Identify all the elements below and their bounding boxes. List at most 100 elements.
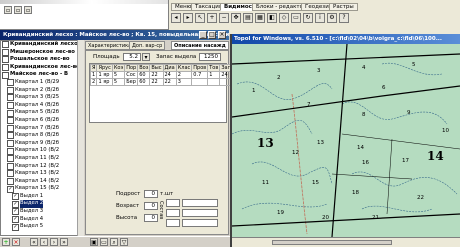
tree-item[interactable]: ✓ Выдел 2 xyxy=(1,200,83,209)
table-cell[interactable]: 1 яр xyxy=(96,78,113,86)
table-header-cell[interactable]: Диа xyxy=(162,64,177,72)
tree-checkbox[interactable] xyxy=(7,79,14,87)
delete-icon[interactable]: × xyxy=(12,238,20,246)
map-horizontal-scrollbar[interactable] xyxy=(232,237,460,247)
table-cell[interactable]: 0.7 xyxy=(191,71,209,79)
table-header-cell[interactable]: Пров xyxy=(191,64,209,72)
table-row[interactable]: 21 яр 5 Бер 60 22 22 3 xyxy=(89,78,233,86)
tree-item[interactable]: Квартал 3 (В/25 xyxy=(1,94,83,102)
tree-checkbox[interactable] xyxy=(7,86,14,94)
stock-field[interactable]: 1250 xyxy=(199,53,221,61)
table-cell[interactable]: 1 xyxy=(207,71,221,79)
table-cell[interactable]: Сос xyxy=(124,71,139,79)
table-cell[interactable]: 1 яр xyxy=(96,71,113,79)
tree-checkbox[interactable] xyxy=(7,162,14,170)
table-cell[interactable]: 60 xyxy=(137,71,151,79)
tree-item[interactable]: Мишеронское лес-во xyxy=(1,49,83,57)
tree-item[interactable]: Квартал 13 (В/2 xyxy=(1,170,83,178)
scroll-thumb[interactable] xyxy=(272,240,392,245)
pan-icon[interactable]: ✥ xyxy=(231,12,241,23)
chevron-down-icon[interactable]: ▾ xyxy=(142,53,150,61)
age-field[interactable]: 0 xyxy=(144,202,158,210)
forest-map[interactable]: 1314123 4 5678 910111213141516 17181920 2122 xyxy=(232,44,460,237)
tree-item[interactable]: Майское лес-во - В xyxy=(1,71,83,79)
table-header-cell[interactable]: Воз xyxy=(137,64,151,72)
composition-field-1[interactable] xyxy=(166,199,180,207)
tree-item[interactable]: Квартал 12 (В/2 xyxy=(1,163,83,171)
table-header-cell[interactable]: Ярус xyxy=(96,64,113,72)
tree-checkbox[interactable] xyxy=(7,170,14,178)
tab-stand-description[interactable]: Описание насажд xyxy=(171,41,229,50)
info-icon[interactable]: i xyxy=(315,12,325,23)
toolbar-icon[interactable]: ▫ xyxy=(4,6,12,14)
back-icon[interactable]: ◂ xyxy=(171,12,181,23)
table-header-cell[interactable]: Тов xyxy=(207,64,221,72)
tree-checkbox[interactable]: ✓ xyxy=(12,215,19,223)
maximize-button[interactable]: □ xyxy=(208,31,216,39)
tree-item[interactable]: Кривандинский лесхоз xyxy=(1,41,83,49)
tree-checkbox[interactable]: ✓ xyxy=(12,193,19,201)
table-header-cell[interactable]: Пор xyxy=(124,64,139,72)
zoom-in-icon[interactable]: + xyxy=(207,12,217,23)
print-icon[interactable]: ▭ xyxy=(291,12,301,23)
tree-checkbox[interactable] xyxy=(7,109,14,117)
tree-checkbox[interactable] xyxy=(2,56,9,64)
tree-checkbox[interactable] xyxy=(7,132,14,140)
tree-item[interactable]: Квартал 1 (В/29 xyxy=(1,79,83,87)
measure-icon[interactable]: ◇ xyxy=(279,12,289,23)
area-field[interactable]: 5.2 xyxy=(123,53,141,61)
table-cell[interactable]: 24 xyxy=(162,71,177,79)
table-header-cell[interactable]: Выс xyxy=(149,64,164,72)
toolbar-icon[interactable]: ▫ xyxy=(14,6,22,14)
tab-characteristics[interactable]: Характеристика xyxy=(85,41,135,50)
table-header-cell[interactable]: Коэ xyxy=(111,64,126,72)
tree-checkbox[interactable]: ✓ xyxy=(12,223,19,231)
table-cell[interactable]: Бер xyxy=(124,78,139,86)
tree-item[interactable]: Квартал 9 (В/2б xyxy=(1,140,83,148)
zoom-out-icon[interactable]: − xyxy=(219,12,229,23)
tree-checkbox[interactable] xyxy=(2,48,9,56)
table-cell[interactable]: 22 xyxy=(162,78,177,86)
print-icon[interactable]: ▭ xyxy=(100,238,108,246)
tree-checkbox[interactable] xyxy=(7,140,14,148)
tree-checkbox[interactable] xyxy=(2,71,9,79)
minimize-button[interactable]: _ xyxy=(199,31,207,39)
tree-scrollbar[interactable] xyxy=(77,40,84,236)
table-cell[interactable]: 2 xyxy=(175,71,193,79)
layer-icon[interactable]: ▤ xyxy=(243,12,253,23)
table-cell[interactable] xyxy=(191,78,209,86)
height-field[interactable]: 0 xyxy=(144,214,158,222)
table-cell[interactable]: 60 xyxy=(137,78,151,86)
tree-checkbox[interactable] xyxy=(7,147,14,155)
tree-item[interactable]: Рошальское лес-во xyxy=(1,56,83,64)
composition-select-1[interactable] xyxy=(182,199,218,207)
tree-checkbox[interactable] xyxy=(7,155,14,163)
table-cell[interactable]: 22 xyxy=(149,78,164,86)
forward-icon[interactable]: ▸ xyxy=(183,12,193,23)
tree-item[interactable]: ✓ Выдел 3 xyxy=(1,208,83,216)
undergrowth-field[interactable]: 0 xyxy=(144,190,158,198)
tree-item[interactable]: Квартал 4 (В/2б xyxy=(1,102,83,110)
tree-checkbox[interactable] xyxy=(2,41,9,49)
prev-icon[interactable]: ‹ xyxy=(40,238,48,246)
table-cell[interactable] xyxy=(207,78,221,86)
tree-item[interactable]: Квартал 11 (В/2 xyxy=(1,155,83,163)
tree-checkbox[interactable] xyxy=(7,102,14,110)
composition-select-2[interactable] xyxy=(182,209,218,217)
table-row[interactable]: 11 яр 5 Сос 60 22 24 2 0.7 1 24 xyxy=(89,71,233,79)
close-button[interactable]: × xyxy=(218,31,226,39)
tree-item[interactable]: Квартал 14 (В/2 xyxy=(1,178,83,186)
tree-item[interactable]: Квартал 7 (В/2б xyxy=(1,125,83,133)
tree-item[interactable]: Квартал 2 (В/2б xyxy=(1,87,83,95)
tree-item[interactable]: ✓ Выдел 1 xyxy=(1,193,83,201)
tree-checkbox[interactable] xyxy=(7,124,14,132)
composition-field-2[interactable] xyxy=(166,209,180,217)
tree-item[interactable]: Квартал 6 (В/2б xyxy=(1,117,83,125)
search-icon[interactable]: ⌕ xyxy=(110,238,118,246)
save-icon[interactable]: ▣ xyxy=(90,238,98,246)
tree-checkbox[interactable] xyxy=(7,177,14,185)
tree-item[interactable]: ✓ Выдел 5 xyxy=(1,223,83,231)
tree-item[interactable]: Квартал 10 (В/2 xyxy=(1,147,83,155)
tree-item[interactable]: ✓ Квартал 15 (В/2 xyxy=(1,185,83,193)
table-header-cell[interactable]: Клас xyxy=(175,64,193,72)
